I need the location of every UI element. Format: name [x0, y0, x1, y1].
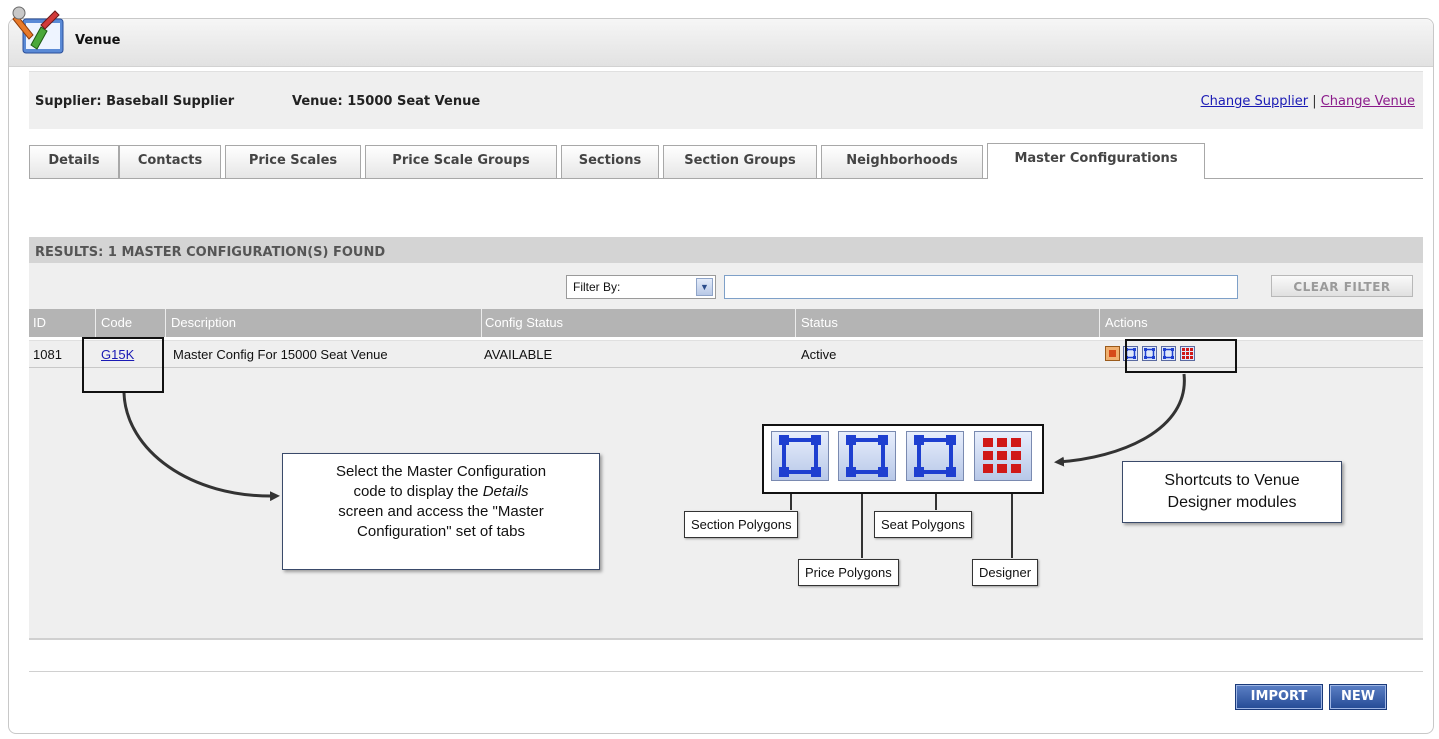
section-polygon-icon — [771, 431, 829, 481]
callout-line: screen and access the "Master — [338, 503, 544, 520]
callout-line: Designer modules — [1167, 494, 1297, 511]
shortcuts-callout: Shortcuts to Venue Designer modules — [1122, 461, 1342, 523]
label-designer: Designer — [972, 559, 1039, 586]
designer-icon — [974, 431, 1032, 481]
label-price-polygons: Price Polygons — [798, 559, 899, 586]
seat-polygon-icon — [906, 431, 964, 481]
price-polygon-icon — [838, 431, 896, 481]
shortcuts-arrow — [1054, 373, 1186, 467]
actions-highlight-box — [1125, 339, 1237, 373]
code-callout: Select the Master Configuration code to … — [282, 453, 600, 570]
callout-line: code to display the Details — [353, 483, 529, 500]
label-seat-polygons: Seat Polygons — [874, 511, 972, 538]
code-highlight-box — [82, 337, 164, 393]
label-section-polygons: Section Polygons — [684, 511, 799, 538]
code-arrow — [122, 392, 280, 502]
callout-line: Configuration" set of tabs — [357, 523, 525, 540]
callout-line: Shortcuts to Venue — [1164, 472, 1300, 489]
callout-line: Select the Master Configuration — [335, 463, 547, 480]
